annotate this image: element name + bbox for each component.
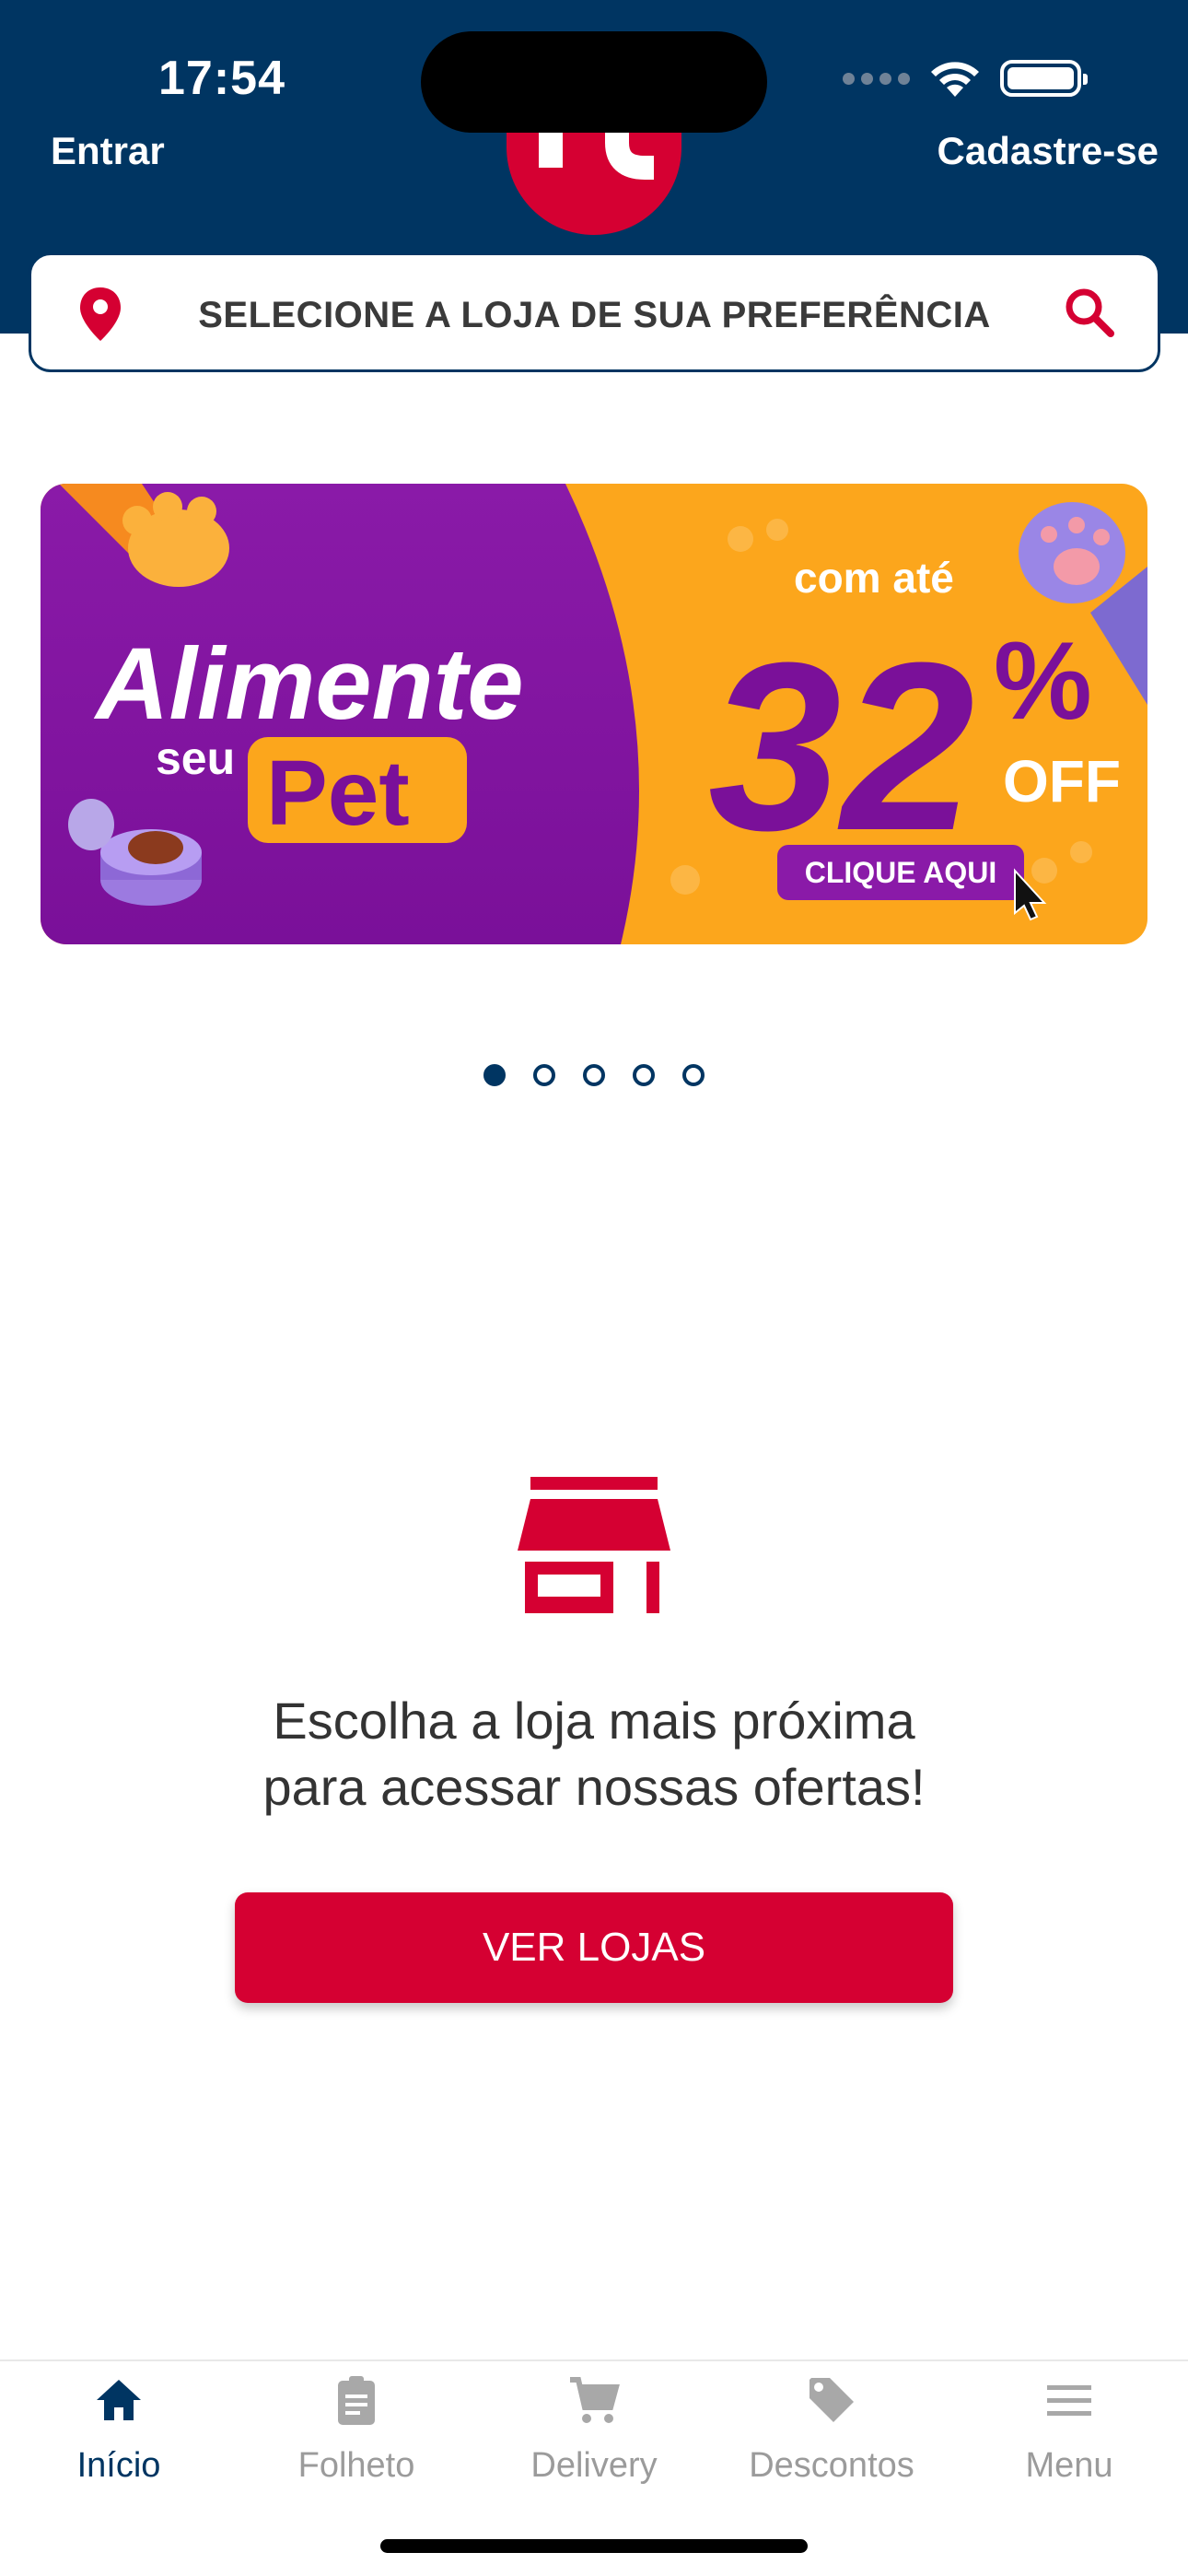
svg-text:Alimente: Alimente — [93, 627, 524, 741]
store-selector[interactable]: SELECIONE A LOJA DE SUA PREFERÊNCIA — [29, 252, 1160, 372]
status-icons — [843, 55, 1088, 101]
tab-delivery[interactable]: Delivery — [475, 2361, 713, 2509]
carousel-dot-5[interactable] — [682, 1064, 705, 1086]
tab-inicio-label: Início — [76, 2446, 161, 2485]
cellular-signal-icon — [843, 72, 910, 85]
carousel-dots[interactable] — [0, 1064, 1188, 1086]
home-indicator[interactable] — [380, 2539, 808, 2553]
tab-inicio[interactable]: Início — [0, 2361, 238, 2509]
tag-icon — [809, 2378, 854, 2422]
tab-menu-label: Menu — [1025, 2446, 1113, 2485]
svg-text:com até: com até — [794, 554, 954, 602]
svg-text:seu: seu — [156, 732, 235, 784]
clipboard-icon — [338, 2376, 375, 2425]
tab-descontos[interactable]: Descontos — [713, 2361, 950, 2509]
search-icon[interactable] — [1063, 286, 1116, 339]
tab-folheto[interactable]: Folheto — [238, 2361, 475, 2509]
empty-state-line-1: Escolha a loja mais próxima — [273, 1692, 915, 1750]
empty-state-line-2: para acessar nossas ofertas! — [262, 1758, 926, 1816]
tab-menu[interactable]: Menu — [950, 2361, 1188, 2509]
login-link[interactable]: Entrar — [51, 129, 165, 173]
carousel-dot-2[interactable] — [533, 1064, 555, 1086]
svg-text:Pet: Pet — [266, 742, 410, 845]
signup-link[interactable]: Cadastre-se — [938, 129, 1159, 173]
svg-text:%: % — [994, 619, 1092, 743]
status-time: 17:54 — [158, 52, 285, 105]
carousel-dot-3[interactable] — [583, 1064, 605, 1086]
svg-text:OFF: OFF — [1003, 748, 1121, 814]
wifi-icon — [931, 62, 979, 97]
store-icon — [518, 1477, 670, 1613]
home-icon — [97, 2380, 141, 2420]
battery-icon — [1000, 60, 1088, 97]
hamburger-menu-icon — [1047, 2385, 1091, 2416]
cart-icon — [570, 2377, 620, 2423]
carousel-dot-4[interactable] — [633, 1064, 655, 1086]
svg-text:32: 32 — [708, 614, 974, 881]
svg-text:CLIQUE AQUI: CLIQUE AQUI — [805, 856, 997, 889]
promo-banner[interactable]: Alimente seu Pet com até 32 % OFF CLIQUE… — [41, 484, 1147, 944]
tab-folheto-label: Folheto — [297, 2446, 415, 2485]
carousel-dot-1[interactable] — [483, 1064, 506, 1086]
tab-descontos-label: Descontos — [749, 2446, 914, 2485]
ver-lojas-button[interactable]: VER LOJAS — [235, 1892, 953, 2003]
tab-delivery-label: Delivery — [530, 2446, 658, 2485]
store-selector-label: SELECIONE A LOJA DE SUA PREFERÊNCIA — [198, 295, 991, 335]
dynamic-island — [421, 31, 767, 133]
empty-state-message: Escolha a loja mais próxima para acessar… — [0, 1688, 1188, 1821]
